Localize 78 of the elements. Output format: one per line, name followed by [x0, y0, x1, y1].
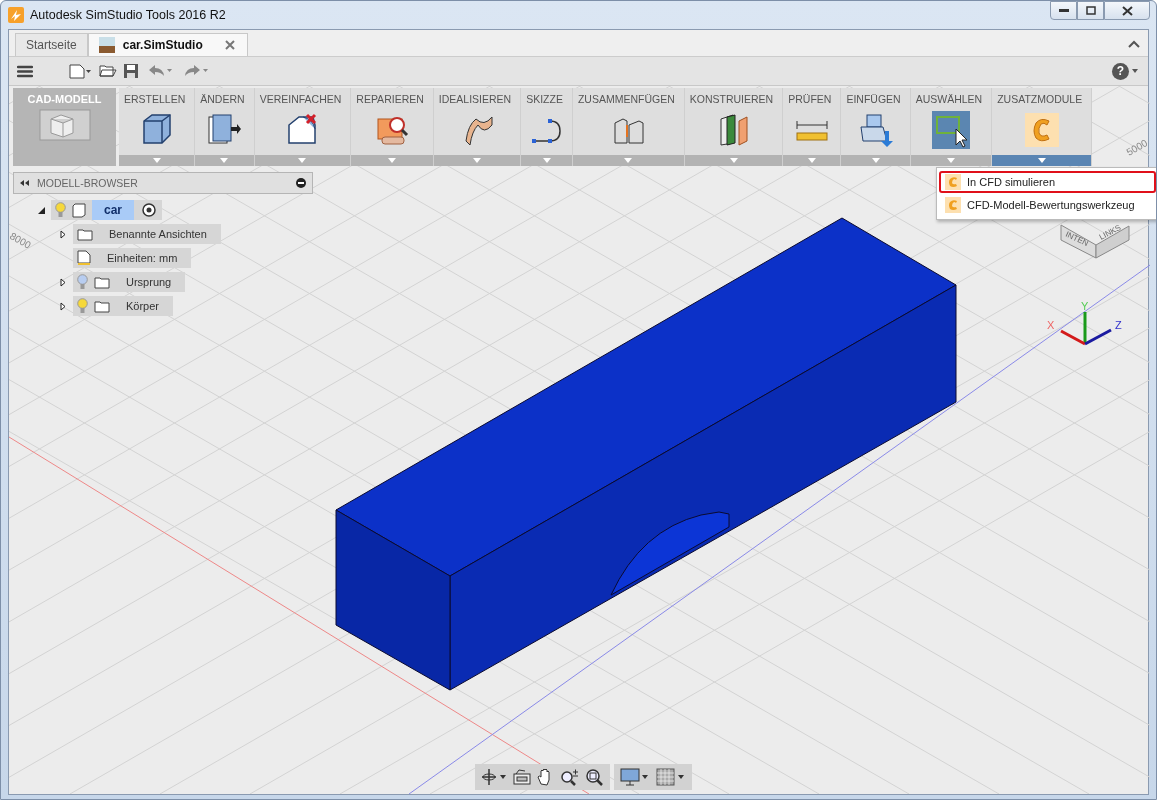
caret-icon [1132, 69, 1138, 73]
monitor-icon [620, 768, 650, 786]
collapse-panel-icon[interactable] [20, 180, 29, 186]
expand-arrow-icon[interactable] [60, 277, 66, 287]
expand-arrow-icon[interactable] [37, 206, 45, 214]
document-icon [77, 250, 91, 266]
document-icon [98, 37, 115, 53]
caret-icon [220, 158, 229, 163]
axis-triad-drawing: Y X Z [1047, 300, 1122, 346]
minus-icon[interactable] [296, 178, 306, 188]
caret-icon [298, 158, 307, 163]
orbit-icon [481, 768, 507, 786]
ribbon-group-label: SKIZZE [525, 92, 564, 105]
ribbon-group-label: ERSTELLEN [123, 92, 187, 105]
tree-item[interactable]: car [92, 200, 135, 220]
minimize-icon [1058, 8, 1069, 13]
save-icon[interactable] [123, 63, 139, 79]
menu-icon[interactable] [17, 64, 33, 78]
maximize-icon [1085, 6, 1096, 15]
redo-icon [183, 64, 209, 78]
caret-icon [624, 158, 633, 163]
caret-icon [152, 158, 161, 163]
folder-icon [94, 299, 110, 313]
ribbon-group-label: REPARIEREN [355, 92, 425, 105]
app-logo-icon [8, 7, 24, 23]
minimize-button[interactable] [1050, 1, 1077, 20]
addin-icon [945, 197, 961, 213]
grid-label: 5000 [1124, 137, 1150, 158]
maximize-button[interactable] [1077, 1, 1104, 20]
ribbon-group-label: ZUSATZMODULE [996, 92, 1084, 105]
close-button[interactable] [1104, 1, 1150, 20]
grid-label: 8000 [9, 230, 33, 251]
document-tab[interactable]: car.SimStudio [87, 33, 248, 56]
close-icon[interactable] [224, 40, 235, 50]
ribbon-group-label: ZUSAMMENFÜGEN [576, 92, 676, 105]
ribbon-group-label: VEREINFACHEN [258, 92, 343, 105]
close-icon [1121, 5, 1133, 16]
folder-icon [94, 275, 110, 289]
zoom-icon[interactable] [560, 768, 579, 786]
radio-icon[interactable] [142, 203, 157, 217]
ribbon-group-label: KONSTRUIEREN [688, 92, 775, 105]
caret-icon [807, 158, 816, 163]
expand-arrow-icon[interactable] [60, 229, 66, 239]
document-tab[interactable]: Startseite [15, 33, 88, 56]
caret-icon [729, 158, 738, 163]
grid-icon [656, 768, 686, 786]
component-icon [72, 202, 86, 218]
addin-icon [945, 174, 961, 190]
caret-icon [388, 158, 397, 163]
orbit-button[interactable] [481, 768, 507, 786]
caret-icon [473, 158, 481, 163]
open-folder-icon[interactable] [99, 64, 117, 78]
look-at-icon[interactable] [513, 769, 531, 785]
new-file-button[interactable] [67, 63, 93, 79]
folder-icon [77, 227, 93, 241]
caret-icon [1037, 158, 1046, 163]
undo-icon [147, 64, 173, 78]
expand-arrow-icon[interactable] [60, 301, 66, 311]
ribbon-group-label: ÄNDERN [199, 92, 246, 105]
grid-settings-button[interactable] [656, 768, 686, 786]
new-file-icon [69, 63, 91, 79]
ribbon-group-label: AUSWÄHLEN [914, 92, 984, 105]
browser-title: MODELL-BROWSER [37, 177, 138, 189]
ribbon-group-label: IDEALISIEREN [437, 92, 513, 105]
collapse-icon[interactable] [1128, 40, 1140, 48]
menu-item[interactable]: CFD-Modell-Bewertungswerkzeug [939, 194, 1156, 216]
menu-item[interactable]: In CFD simulieren [939, 171, 1156, 193]
caret-icon [946, 158, 955, 163]
zoom-window-icon[interactable] [585, 768, 604, 786]
ribbon-group-label: EINFÜGEN [845, 92, 902, 105]
ribbon-group-label: PRÜFEN [787, 92, 833, 105]
cube-icon [38, 109, 91, 141]
ribbon-tool-button[interactable] [931, 111, 970, 149]
caret-icon [542, 158, 551, 163]
display-settings-button[interactable] [620, 768, 650, 786]
window-title: Autodesk SimStudio Tools 2016 R2 [30, 8, 226, 22]
caret-icon [871, 158, 880, 163]
tool-icon [1022, 111, 1061, 149]
